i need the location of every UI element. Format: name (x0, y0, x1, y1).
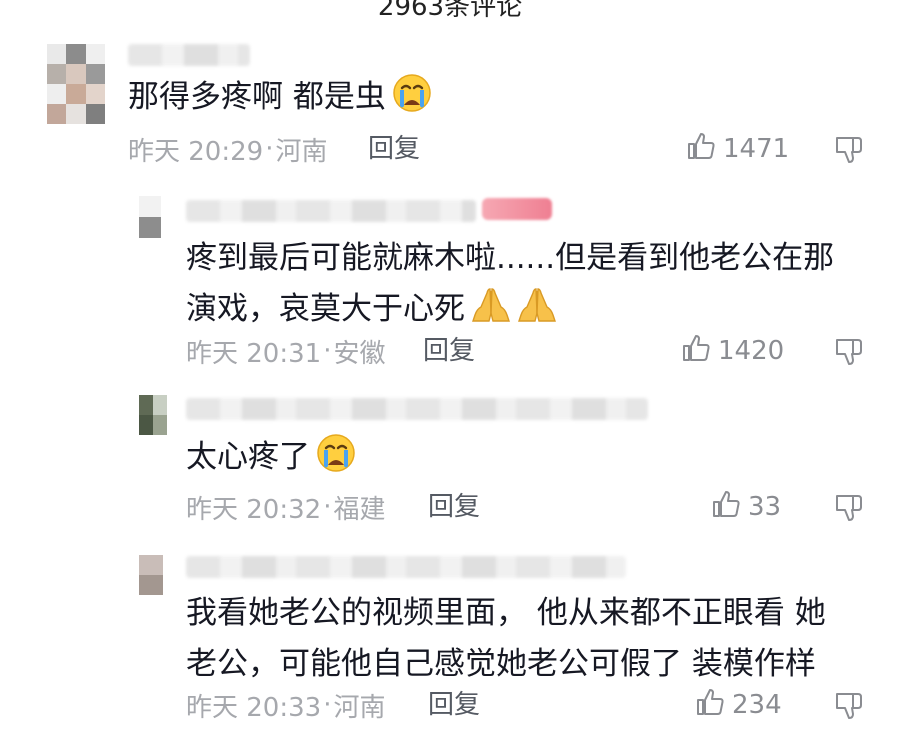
thumbs-up-icon (694, 686, 726, 725)
reply-button[interactable]: 回复 (428, 491, 480, 523)
like-count: 1420 (718, 336, 785, 366)
avatar[interactable] (139, 555, 163, 595)
avatar[interactable] (139, 395, 167, 435)
dislike-button[interactable] (834, 134, 864, 166)
comment-line: 那得多疼啊 都是虫 (128, 79, 386, 115)
dislike-button[interactable] (834, 492, 864, 524)
reply-button[interactable]: 回复 (428, 689, 480, 721)
comment-time: 昨天 20:31 (186, 338, 322, 369)
username-blurred[interactable] (128, 44, 250, 66)
comment-location: 河南 (275, 136, 328, 167)
reply-button[interactable]: 回复 (368, 133, 420, 165)
like-button[interactable]: 234 (694, 688, 782, 722)
comment-count-title: 2963条评论 (377, 0, 523, 22)
like-button[interactable]: 33 (710, 490, 781, 524)
praying-hands-emoji (517, 285, 557, 341)
meta-separator: · (323, 336, 332, 366)
meta-separator: · (323, 492, 332, 522)
avatar[interactable] (47, 44, 105, 124)
comment-line: 演戏，哀莫大于心死 (186, 291, 465, 327)
thumbs-down-icon (834, 495, 864, 528)
comment-text: 太心疼了 (186, 432, 356, 489)
username-blurred[interactable] (186, 556, 626, 578)
like-count: 1471 (723, 134, 790, 164)
thumbs-up-icon (680, 332, 712, 371)
comment-location: 福建 (333, 494, 386, 525)
thumbs-down-icon (834, 137, 864, 170)
comment-time: 昨天 20:33 (186, 692, 322, 723)
dislike-button[interactable] (834, 690, 864, 722)
comment-meta: 昨天 20:32 · 福建 (186, 491, 386, 525)
username-blurred[interactable] (186, 200, 476, 222)
reply-button[interactable]: 回复 (423, 335, 475, 367)
like-button[interactable]: 1420 (680, 334, 784, 368)
meta-separator: · (323, 690, 332, 720)
comment-location: 安徽 (333, 338, 386, 369)
comment-line: 老公，可能他自己感觉她老公可假了 装模作样 (186, 646, 816, 682)
crying-emoji (392, 73, 432, 129)
comment-location: 河南 (333, 692, 386, 723)
comment-time: 昨天 20:29 (128, 136, 264, 167)
comment-time: 昨天 20:32 (186, 494, 322, 525)
comment-text: 我看她老公的视频里面， 他从来都不正眼看 她 老公，可能他自己感觉她老公可假了 … (186, 588, 826, 690)
comment-line: 疼到最后可能就麻木啦......但是看到他老公在那 (186, 240, 835, 276)
like-count: 234 (732, 690, 782, 720)
like-button[interactable]: 1471 (685, 132, 789, 166)
thumbs-up-icon (710, 488, 742, 527)
meta-separator: · (265, 134, 274, 164)
comment-line: 太心疼了 (186, 439, 310, 475)
praying-hands-emoji (471, 285, 511, 341)
username-blurred[interactable] (186, 398, 648, 420)
comment-meta: 昨天 20:29 · 河南 (128, 133, 328, 167)
avatar[interactable] (139, 196, 161, 238)
dislike-button[interactable] (834, 336, 864, 368)
comment-line: 我看她老公的视频里面， 他从来都不正眼看 她 (186, 595, 826, 631)
like-count: 33 (748, 492, 782, 522)
thumbs-down-icon (834, 693, 864, 726)
crying-emoji (316, 433, 356, 489)
thumbs-down-icon (834, 339, 864, 372)
comment-meta: 昨天 20:31 · 安徽 (186, 335, 386, 369)
comment-text: 那得多疼啊 都是虫 (128, 72, 432, 129)
comment-meta: 昨天 20:33 · 河南 (186, 689, 386, 723)
thumbs-up-icon (685, 130, 717, 169)
user-tag (482, 198, 552, 220)
comment-text: 疼到最后可能就麻木啦......但是看到他老公在那 演戏，哀莫大于心死 (186, 233, 834, 341)
